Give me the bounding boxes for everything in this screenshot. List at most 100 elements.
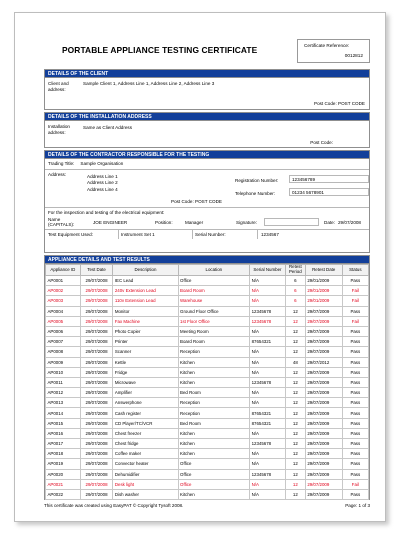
signature-label: Signature:	[236, 220, 257, 225]
table-cell: AP0022	[45, 488, 81, 501]
inspection-notice: For the inspection and testing of the el…	[48, 210, 165, 215]
table-cell: Bed Room	[177, 387, 251, 399]
table-cell: Printer	[112, 336, 179, 348]
trading-title: Trading Title: Sample Organisation	[48, 161, 123, 166]
table-row: AP0015 29/07/2008 CD Player/TC/VCR Bed Room…	[45, 417, 370, 429]
table-row: AP0006 29/07/2008 Photo Copier Meeting Room…	[45, 325, 370, 338]
table-cell: Kitchen	[177, 366, 251, 378]
table-cell: 29/07/2008	[79, 274, 114, 287]
table-cell: IEC Lead	[112, 274, 179, 287]
divider	[257, 229, 258, 239]
table-cell: AP0021	[45, 478, 81, 490]
contractor-section-heading: DETAILS OF THE CONTRACTOR RESPONSIBLE FO…	[45, 151, 369, 159]
table-cell: N/A	[249, 427, 286, 440]
table-cell: Warehouse	[177, 295, 251, 307]
table-cell: Pass	[341, 488, 370, 501]
table-cell: N/A	[249, 295, 286, 307]
table-cell: AP0016	[45, 427, 81, 440]
certificate-content: PORTABLE APPLIANCE TESTING CERTIFICATE C…	[44, 39, 370, 511]
table-cell: AP0010	[45, 366, 81, 378]
table-cell: Scanner	[112, 346, 179, 358]
table-cell: 12345678	[249, 437, 286, 450]
client-details: Client and address: Sample Client 1, Add…	[45, 78, 369, 109]
table-cell: Reception	[177, 407, 251, 419]
column-header: Serial Number	[249, 264, 286, 276]
table-cell: Board Room	[177, 336, 251, 348]
table-cell: N/A	[249, 274, 286, 287]
table-cell: 87654321	[249, 407, 286, 419]
table-cell: AP0002	[45, 285, 81, 297]
table-cell: 29/07/2009	[304, 437, 343, 450]
contractor-address-line: Address Line 4	[87, 186, 118, 192]
contractor-section: DETAILS OF THE CONTRACTOR RESPONSIBLE FO…	[44, 150, 370, 253]
table-cell: 29/07/2008	[79, 478, 114, 490]
table-cell: 12345678	[249, 315, 286, 327]
table-cell: 12	[284, 427, 306, 440]
table-cell: 29/07/2009	[304, 488, 343, 501]
table-cell: Pass	[341, 427, 370, 440]
table-cell: 29/07/2009	[304, 458, 343, 470]
table-cell: 29/07/2008	[79, 488, 114, 501]
certificate-reference-value: 0012812	[344, 53, 363, 58]
divider	[45, 169, 369, 170]
table-cell: 29/07/2008	[79, 295, 114, 307]
table-cell: 6	[284, 274, 306, 287]
table-cell: Pass	[341, 417, 370, 429]
table-cell: Monitor	[112, 305, 179, 317]
signature-box	[264, 218, 319, 226]
installation-address-value: Same as Client Address	[83, 125, 133, 130]
table-row: AP0010 29/07/2008 Fridge Kitchen N/A 12 29/07/…	[45, 366, 370, 378]
table-cell: 29/07/2009	[304, 448, 343, 460]
table-cell: Kitchen	[177, 376, 251, 389]
copyright-notice: This certificate was created using EasyP…	[44, 503, 184, 509]
client-address-label: Client and address:	[48, 81, 69, 92]
table-cell: Office	[177, 478, 251, 490]
table-cell: Desk light	[112, 478, 179, 490]
appliance-table-body: AP0001 29/07/2008 IEC Lead Office N/A 6 29/01/…	[45, 274, 370, 501]
table-cell: AP0020	[45, 468, 81, 480]
contractor-address-label: Address:	[48, 172, 67, 177]
table-cell: 29/07/2008	[79, 387, 114, 399]
table-cell: 29/01/2009	[304, 295, 343, 307]
table-cell: 29/07/2009	[304, 417, 343, 429]
table-cell: 240v Extension Lead	[112, 285, 179, 297]
registration-number-value: 123456789	[289, 175, 369, 183]
table-row: AP0020 29/07/2008 Dehumidifier Office 123456…	[45, 468, 370, 480]
table-cell: AP0019	[45, 458, 81, 470]
table-cell: AP0004	[45, 305, 81, 317]
table-cell: 29/07/2009	[304, 468, 343, 480]
test-equipment-label: Test Equipment Used:	[48, 232, 93, 237]
table-cell: 6	[284, 285, 306, 297]
table-cell: Chest fridge	[112, 437, 179, 450]
table-cell: Fail	[341, 285, 370, 297]
divider	[192, 229, 193, 239]
table-cell: 29/07/2008	[79, 417, 114, 429]
test-equipment-value: Instrument Set 1	[121, 232, 155, 237]
table-cell: 12	[284, 346, 306, 358]
table-cell: Fail	[341, 295, 370, 307]
client-section: DETAILS OF THE CLIENT Client and address…	[44, 69, 370, 110]
table-cell: Photo Copier	[112, 325, 179, 338]
table-cell: 29/07/2009	[304, 397, 343, 409]
table-cell: 29/07/2009	[304, 478, 343, 490]
divider	[45, 207, 369, 208]
installation-address-label: Installation address:	[48, 124, 70, 135]
client-address-value: Sample Client 1, Address Line 1, Address…	[83, 81, 215, 86]
appliance-section: APPLIANCE DETAILS AND TEST RESULTS Appli…	[44, 255, 370, 501]
column-header: Retest Period	[284, 264, 306, 276]
table-row: AP0011 29/07/2008 Microwave Kitchen 12345678…	[45, 376, 370, 389]
date-label: Date:	[324, 220, 335, 225]
table-cell: Office	[177, 458, 251, 470]
table-cell: Fail	[341, 315, 370, 327]
certificate-title: PORTABLE APPLIANCE TESTING CERTIFICATE	[62, 45, 258, 55]
table-cell: N/A	[249, 397, 286, 409]
table-cell: Answerphone	[112, 397, 179, 409]
column-header: Appliance ID	[45, 264, 81, 276]
table-cell: 29/07/2009	[304, 376, 343, 389]
engineer-name-value: JOE ENGINEER	[93, 220, 128, 225]
table-cell: Kitchen	[177, 356, 251, 368]
table-cell: N/A	[249, 488, 286, 501]
table-row: AP0013 29/07/2008 Answerphone Reception N/A 1…	[45, 397, 370, 409]
table-cell: 29/07/2008	[79, 407, 114, 419]
table-cell: 48	[284, 356, 306, 368]
